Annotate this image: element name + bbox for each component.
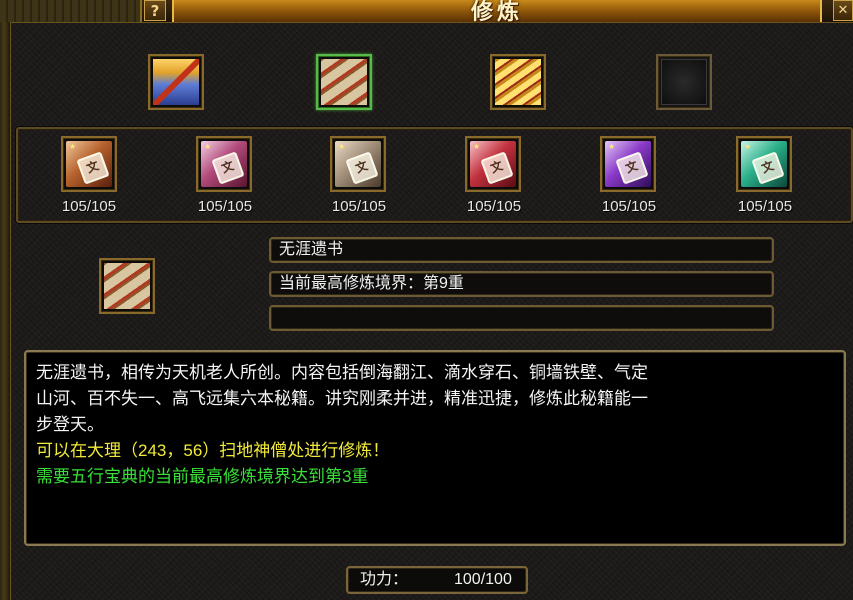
title-decoration (0, 0, 142, 22)
scrolls-icon (321, 59, 367, 105)
location-hint: 可以在大理（243，56）扫地神僧处进行修炼！ (36, 441, 390, 460)
scroll-glyph: 文 (345, 151, 379, 185)
book-slot-3[interactable]: ★ 文 (330, 136, 386, 192)
title-bar: ? 修炼 ✕ (0, 0, 853, 25)
title-band: 修炼 (172, 0, 822, 25)
help-button[interactable]: ? (144, 0, 166, 21)
window-title: 修炼 (470, 0, 523, 25)
book-slot-6[interactable]: ★ 文 (736, 136, 792, 192)
secret-book-icon: ★ 文 (66, 141, 112, 187)
realm-field: 当前最高修炼境界：第9重 (269, 271, 774, 297)
scroll-glyph: 文 (76, 151, 110, 185)
gold-scrolls-icon (495, 59, 541, 105)
secret-book-icon: ★ 文 (201, 141, 247, 187)
book-slot-4[interactable]: ★ 文 (465, 136, 521, 192)
scrolls-icon (104, 263, 150, 309)
empty-slot-icon (661, 59, 707, 105)
book-count-1: 105/105 (61, 198, 117, 215)
close-button[interactable]: ✕ (833, 0, 853, 21)
category-empty-slot[interactable] (656, 54, 712, 110)
secret-book-icon: ★ 文 (335, 141, 381, 187)
category-gold-scrolls-slot[interactable] (490, 54, 546, 110)
book-slot-1[interactable]: ★ 文 (61, 136, 117, 192)
description-line: 步登天。 (36, 415, 104, 434)
book-slot-2[interactable]: ★ 文 (196, 136, 252, 192)
power-label: 功力： (360, 571, 409, 588)
power-value: 100/100 (454, 571, 512, 588)
book-count-2: 105/105 (197, 198, 253, 215)
requirement-hint: 需要五行宝典的当前最高修炼境界达到第3重 (36, 467, 369, 486)
category-scrolls-slot[interactable] (316, 54, 372, 110)
book-count-3: 105/105 (331, 198, 387, 215)
description-line: 无涯遗书，相传为天机老人所创。内容包括倒海翻江、滴水穿石、铜墙铁壁、气定 (36, 363, 648, 382)
description-box: 无涯遗书，相传为天机老人所创。内容包括倒海翻江、滴水穿石、铜墙铁壁、气定 山河、… (24, 350, 846, 546)
scroll-glyph: 文 (480, 151, 514, 185)
scroll-glyph: 文 (211, 151, 245, 185)
selected-item-slot[interactable] (99, 258, 155, 314)
description-line: 山河、百不失一、高飞远集六本秘籍。讲究刚柔并进，精准迅捷，修炼此秘籍能一 (36, 389, 648, 408)
left-border (0, 22, 11, 600)
book-icon (153, 59, 199, 105)
secret-book-icon: ★ 文 (605, 141, 651, 187)
book-slot-5[interactable]: ★ 文 (600, 136, 656, 192)
scroll-glyph: 文 (615, 151, 649, 185)
book-count-4: 105/105 (466, 198, 522, 215)
power-display: 功力： 100/100 (346, 566, 528, 594)
secret-book-icon: ★ 文 (741, 141, 787, 187)
extra-field (269, 305, 774, 331)
secret-book-icon: ★ 文 (470, 141, 516, 187)
book-count-5: 105/105 (601, 198, 657, 215)
book-count-6: 105/105 (737, 198, 793, 215)
item-name-field: 无涯遗书 (269, 237, 774, 263)
scroll-glyph: 文 (751, 151, 785, 185)
category-book-slot[interactable] (148, 54, 204, 110)
